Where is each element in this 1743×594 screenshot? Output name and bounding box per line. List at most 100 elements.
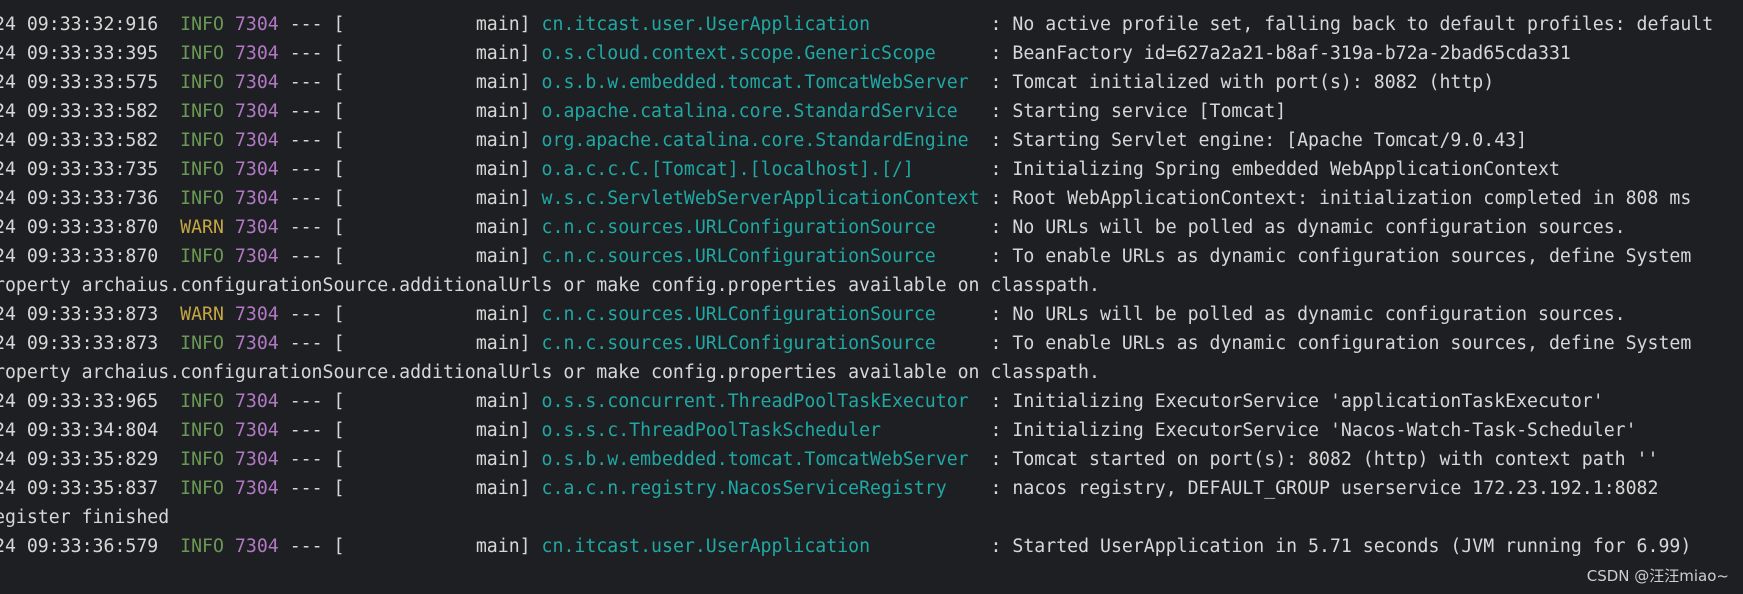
console-output-panel[interactable]: 24 09:33:32:916 INFO 7304 --- [ main] cn… bbox=[0, 0, 1743, 594]
log-line: 24 09:33:36:579 INFO 7304 --- [ main] cn… bbox=[0, 532, 1743, 561]
log-level: INFO bbox=[180, 449, 224, 470]
log-logger-name: c.n.c.sources.URLConfigurationSource bbox=[541, 333, 936, 354]
log-line: 24 09:33:33:873 WARN 7304 --- [ main] c.… bbox=[0, 300, 1743, 329]
log-message: : Starting service [Tomcat] bbox=[990, 101, 1287, 122]
log-pid: 7304 bbox=[234, 130, 279, 151]
log-pid: 7304 bbox=[234, 43, 279, 64]
log-level: WARN bbox=[180, 217, 224, 238]
log-separator: --- [ bbox=[289, 536, 345, 557]
log-level: WARN bbox=[180, 304, 224, 325]
log-pid: 7304 bbox=[234, 72, 279, 93]
log-timestamp: 24 09:33:33:870 bbox=[0, 217, 159, 238]
log-logger-name: o.s.b.w.embedded.tomcat.TomcatWebServer bbox=[541, 449, 969, 470]
log-message: : No active profile set, falling back to… bbox=[990, 14, 1714, 35]
log-level: INFO bbox=[180, 43, 224, 64]
log-thread: main] bbox=[475, 101, 531, 122]
log-level: INFO bbox=[180, 478, 224, 499]
log-thread: main] bbox=[475, 304, 531, 325]
log-pid: 7304 bbox=[234, 159, 279, 180]
log-pid: 7304 bbox=[234, 420, 279, 441]
log-message: : To enable URLs as dynamic configuratio… bbox=[990, 246, 1692, 267]
log-level: INFO bbox=[180, 391, 224, 412]
log-thread: main] bbox=[475, 449, 531, 470]
log-level: INFO bbox=[180, 72, 224, 93]
log-timestamp: 24 09:33:33:736 bbox=[0, 188, 159, 209]
log-message: : Tomcat initialized with port(s): 8082 … bbox=[990, 72, 1495, 93]
log-logger-name: o.s.b.w.embedded.tomcat.TomcatWebServer bbox=[541, 72, 969, 93]
log-pid: 7304 bbox=[234, 14, 279, 35]
log-separator: --- [ bbox=[289, 391, 345, 412]
log-logger-name: org.apache.catalina.core.StandardEngine bbox=[541, 130, 969, 151]
log-pid: 7304 bbox=[234, 449, 279, 470]
log-thread: main] bbox=[475, 420, 531, 441]
log-line: 24 09:33:32:916 INFO 7304 --- [ main] cn… bbox=[0, 10, 1743, 39]
log-line: 24 09:33:33:582 INFO 7304 --- [ main] o.… bbox=[0, 97, 1743, 126]
log-logger-name: o.s.cloud.context.scope.GenericScope bbox=[541, 43, 936, 64]
log-level: INFO bbox=[180, 536, 224, 557]
log-continuation-line: egister finished bbox=[0, 503, 1743, 532]
log-line: 24 09:33:33:965 INFO 7304 --- [ main] o.… bbox=[0, 387, 1743, 416]
log-continuation-text: roperty archaius.configurationSource.add… bbox=[0, 275, 1100, 296]
log-thread: main] bbox=[475, 14, 531, 35]
log-timestamp: 24 09:33:33:395 bbox=[0, 43, 159, 64]
log-pid: 7304 bbox=[234, 333, 279, 354]
log-logger-name: o.s.s.c.ThreadPoolTaskScheduler bbox=[541, 420, 881, 441]
log-pid: 7304 bbox=[234, 478, 279, 499]
log-message: : BeanFactory id=627a2a21-b8af-319a-b72a… bbox=[990, 43, 1571, 64]
log-continuation-line: roperty archaius.configurationSource.add… bbox=[0, 271, 1743, 300]
log-line: 24 09:33:33:870 WARN 7304 --- [ main] c.… bbox=[0, 213, 1743, 242]
log-level: INFO bbox=[180, 159, 224, 180]
log-logger-name: c.n.c.sources.URLConfigurationSource bbox=[541, 217, 936, 238]
log-separator: --- [ bbox=[289, 246, 345, 267]
log-separator: --- [ bbox=[289, 43, 345, 64]
log-separator: --- [ bbox=[289, 14, 345, 35]
log-timestamp: 24 09:33:34:804 bbox=[0, 420, 159, 441]
log-message: : To enable URLs as dynamic configuratio… bbox=[990, 333, 1692, 354]
log-pid: 7304 bbox=[234, 101, 279, 122]
log-level: INFO bbox=[180, 14, 224, 35]
log-pid: 7304 bbox=[234, 304, 279, 325]
log-timestamp: 24 09:33:33:582 bbox=[0, 130, 159, 151]
log-continuation-line: roperty archaius.configurationSource.add… bbox=[0, 358, 1743, 387]
log-logger-name: cn.itcast.user.UserApplication bbox=[541, 536, 871, 557]
log-separator: --- [ bbox=[289, 101, 345, 122]
log-line: 24 09:33:33:736 INFO 7304 --- [ main] w.… bbox=[0, 184, 1743, 213]
log-thread: main] bbox=[475, 246, 531, 267]
log-timestamp: 24 09:33:33:965 bbox=[0, 391, 159, 412]
log-line: 24 09:33:33:575 INFO 7304 --- [ main] o.… bbox=[0, 68, 1743, 97]
log-thread: main] bbox=[475, 478, 531, 499]
log-level: INFO bbox=[180, 130, 224, 151]
log-level: INFO bbox=[180, 420, 224, 441]
log-thread: main] bbox=[475, 72, 531, 93]
log-thread: main] bbox=[475, 43, 531, 64]
log-logger-name: o.s.s.concurrent.ThreadPoolTaskExecutor bbox=[541, 391, 969, 412]
log-logger-name: w.s.c.ServletWebServerApplicationContext bbox=[541, 188, 980, 209]
log-line: 24 09:33:34:804 INFO 7304 --- [ main] o.… bbox=[0, 416, 1743, 445]
log-separator: --- [ bbox=[289, 72, 345, 93]
log-thread: main] bbox=[475, 159, 531, 180]
log-timestamp: 24 09:33:33:582 bbox=[0, 101, 159, 122]
log-separator: --- [ bbox=[289, 333, 345, 354]
log-pid: 7304 bbox=[234, 536, 279, 557]
log-separator: --- [ bbox=[289, 420, 345, 441]
log-separator: --- [ bbox=[289, 188, 345, 209]
log-logger-name: o.a.c.c.C.[Tomcat].[localhost].[/] bbox=[541, 159, 914, 180]
log-logger-name: c.a.c.n.registry.NacosServiceRegistry bbox=[541, 478, 947, 499]
log-timestamp: 24 09:33:32:916 bbox=[0, 14, 159, 35]
log-message: : Starting Servlet engine: [Apache Tomca… bbox=[990, 130, 1528, 151]
log-separator: --- [ bbox=[289, 449, 345, 470]
log-message: : No URLs will be polled as dynamic conf… bbox=[990, 217, 1626, 238]
log-pid: 7304 bbox=[234, 217, 279, 238]
log-level: INFO bbox=[180, 101, 224, 122]
log-timestamp: 24 09:33:33:873 bbox=[0, 304, 159, 325]
log-logger-name: cn.itcast.user.UserApplication bbox=[541, 14, 871, 35]
log-separator: --- [ bbox=[289, 130, 345, 151]
log-thread: main] bbox=[475, 217, 531, 238]
log-line: 24 09:33:33:873 INFO 7304 --- [ main] c.… bbox=[0, 329, 1743, 358]
log-timestamp: 24 09:33:36:579 bbox=[0, 536, 159, 557]
log-continuation-text: egister finished bbox=[0, 507, 170, 528]
log-logger-name: o.apache.catalina.core.StandardService bbox=[541, 101, 958, 122]
log-thread: main] bbox=[475, 536, 531, 557]
log-pid: 7304 bbox=[234, 246, 279, 267]
log-line: 24 09:33:33:582 INFO 7304 --- [ main] or… bbox=[0, 126, 1743, 155]
